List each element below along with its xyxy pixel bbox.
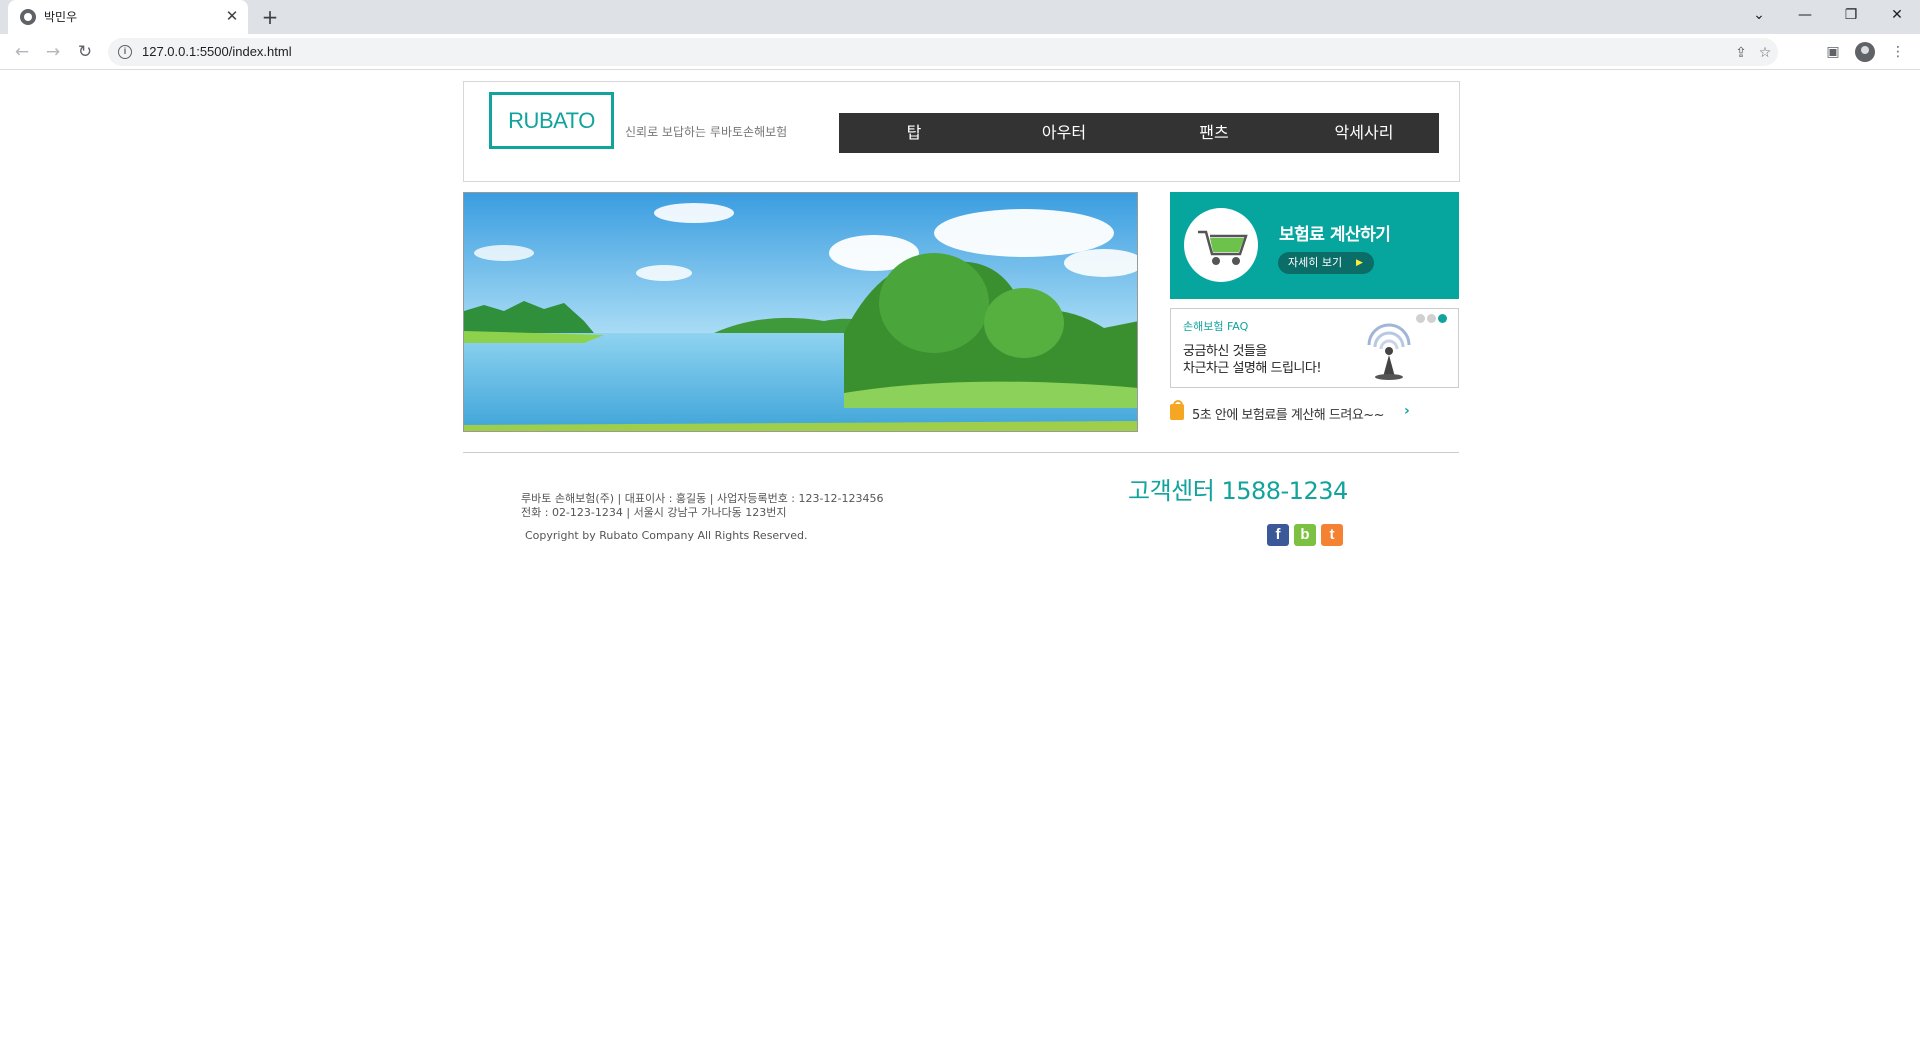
- twitter-icon[interactable]: t: [1321, 524, 1343, 546]
- logo-text: RUBATO: [508, 108, 595, 133]
- nav-item-outer[interactable]: 아우터: [989, 113, 1139, 153]
- footer-divider: [463, 452, 1459, 453]
- calc-title: 보험료 계산하기: [1279, 225, 1391, 245]
- nav-item-pants[interactable]: 팬츠: [1139, 113, 1289, 153]
- browser-toolbar: ← → ↻ i 127.0.0.1:5500/index.html ⇪ ☆ ▣ …: [0, 34, 1920, 70]
- main-slide-image: [463, 192, 1138, 432]
- faq-box[interactable]: 손해보험 FAQ 궁금하신 것들을 차근차근 설명해 드립니다!: [1170, 308, 1459, 388]
- promo-link[interactable]: 5초 안에 보험료를 계산해 드려요~~ ›: [1170, 400, 1459, 423]
- reload-button[interactable]: ↻: [73, 40, 97, 64]
- premium-calculator-banner[interactable]: 보험료 계산하기 자세히 보기 ▶: [1170, 192, 1459, 299]
- tab-close-icon[interactable]: ✕: [222, 6, 242, 26]
- slide-dot-2[interactable]: [1427, 314, 1436, 323]
- cart-icon: [1184, 208, 1258, 282]
- play-arrow-icon: ▶: [1356, 258, 1363, 268]
- site-info-icon[interactable]: i: [118, 45, 132, 59]
- address-bar[interactable]: i 127.0.0.1:5500/index.html ⇪ ☆: [108, 38, 1778, 66]
- menu-kebab-icon[interactable]: ⋮: [1888, 42, 1908, 62]
- lake-landscape-image: [464, 193, 1137, 431]
- restore-button[interactable]: ❐: [1828, 0, 1874, 30]
- slide-dot-3[interactable]: [1438, 314, 1447, 323]
- facebook-icon[interactable]: f: [1267, 524, 1289, 546]
- tab-title: 박민우: [44, 10, 78, 24]
- shopping-bag-icon: [1170, 400, 1184, 420]
- details-button-label: 자세히 보기: [1288, 256, 1343, 269]
- profile-avatar-icon[interactable]: [1855, 42, 1875, 62]
- share-icon[interactable]: ⇪: [1732, 44, 1750, 62]
- nav-item-accessories[interactable]: 악세사리: [1289, 113, 1439, 153]
- faq-label: 손해보험 FAQ: [1183, 320, 1249, 333]
- close-window-button[interactable]: ✕: [1874, 0, 1920, 30]
- company-info-line2: 전화 : 02-123-1234 | 서울시 강남구 가나다동 123번지: [521, 506, 787, 519]
- customer-center-phone: 고객센터 1588-1234: [1128, 477, 1348, 505]
- site-header: RUBATO 신뢰로 보답하는 루바토손해보험 탑 아우터 팬츠 악세사리: [463, 81, 1460, 182]
- logo[interactable]: RUBATO: [489, 92, 614, 149]
- nav-item-top[interactable]: 탑: [839, 113, 989, 153]
- url-text: 127.0.0.1:5500/index.html: [142, 44, 292, 59]
- details-button[interactable]: 자세히 보기 ▶: [1278, 252, 1374, 274]
- page-viewport: RUBATO 신뢰로 보답하는 루바토손해보험 탑 아우터 팬츠 악세사리 보험…: [0, 71, 1920, 1042]
- browser-tab-strip: 박민우 ✕ + ⌄ — ❐ ✕: [0, 0, 1920, 34]
- globe-icon: [20, 9, 36, 25]
- browser-tab[interactable]: 박민우 ✕: [8, 0, 248, 34]
- slogan: 신뢰로 보답하는 루바토손해보험: [625, 125, 788, 139]
- signal-tower-icon: [1367, 323, 1411, 380]
- bookmark-star-icon[interactable]: ☆: [1756, 44, 1774, 62]
- forward-button[interactable]: →: [41, 40, 65, 64]
- new-tab-button[interactable]: +: [258, 5, 282, 29]
- chevron-right-icon: ›: [1404, 403, 1410, 419]
- tab-search-icon[interactable]: ⌄: [1736, 0, 1782, 30]
- copyright: Copyright by Rubato Company All Rights R…: [525, 529, 808, 542]
- main-nav: 탑 아우터 팬츠 악세사리: [839, 113, 1439, 153]
- side-panel-icon[interactable]: ▣: [1823, 42, 1843, 62]
- faq-text-line2: 차근차근 설명해 드립니다!: [1183, 361, 1322, 376]
- promo-text: 5초 안에 보험료를 계산해 드려요~~: [1192, 408, 1385, 423]
- minimize-button[interactable]: —: [1782, 0, 1828, 30]
- slide-dot-1[interactable]: [1416, 314, 1425, 323]
- blog-icon[interactable]: b: [1294, 524, 1316, 546]
- back-button[interactable]: ←: [10, 40, 34, 64]
